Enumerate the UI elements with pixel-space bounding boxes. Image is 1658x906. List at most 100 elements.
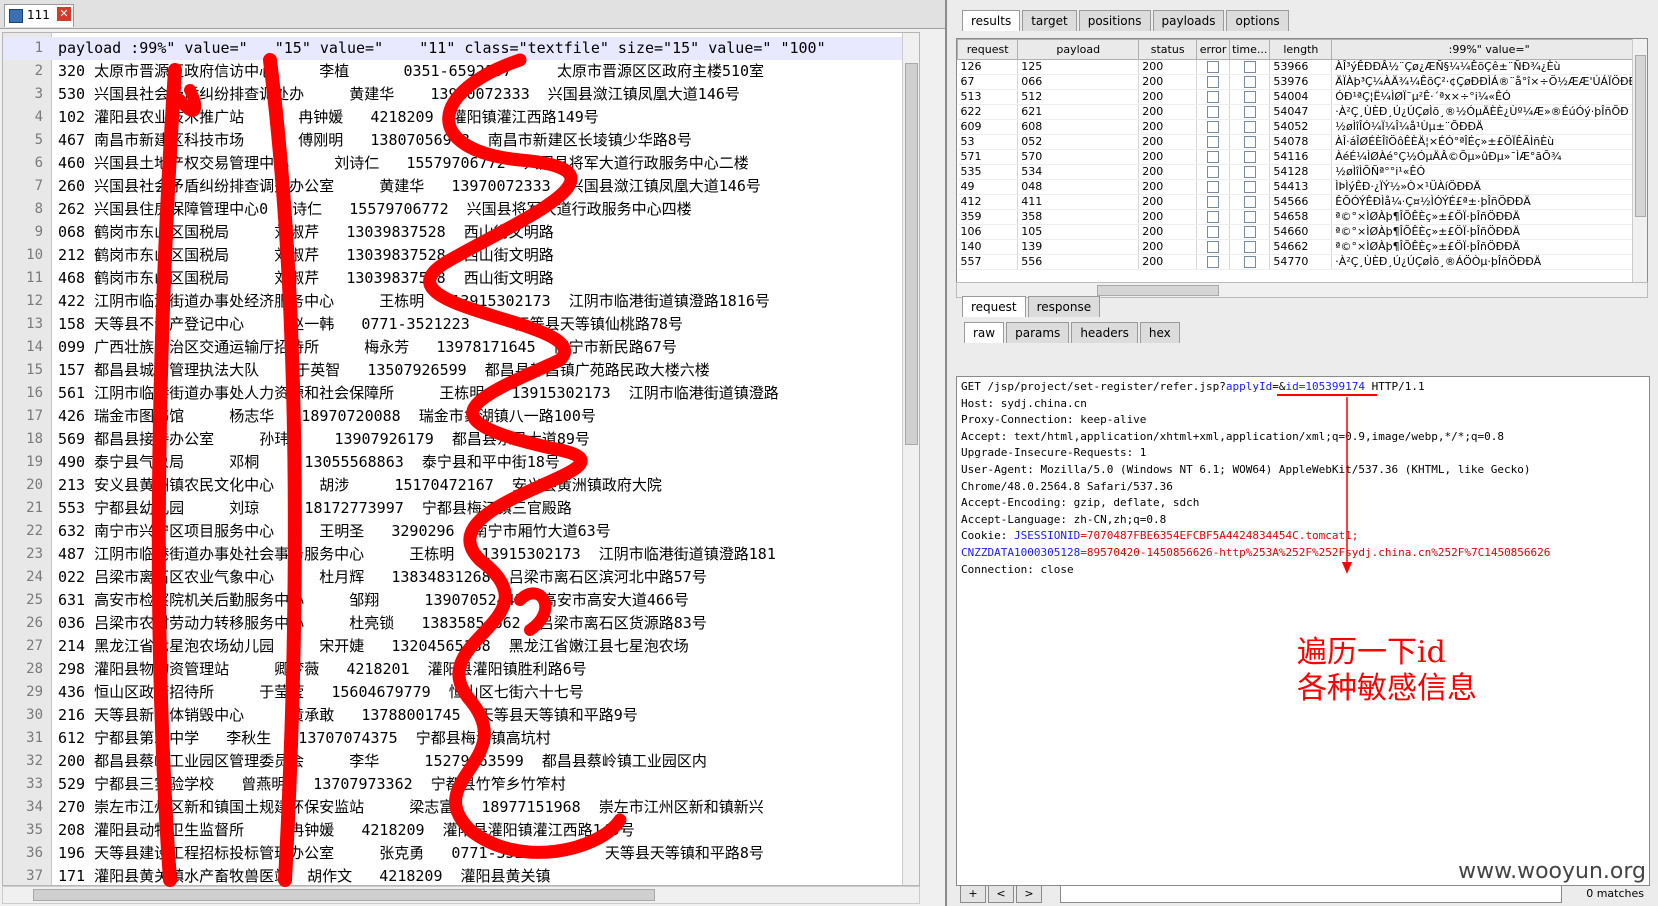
checkbox[interactable] — [1243, 211, 1256, 223]
column-header[interactable]: :99%" value=" — [1331, 39, 1647, 60]
column-header[interactable]: time... — [1229, 39, 1271, 60]
previous-button[interactable]: < — [988, 885, 1014, 903]
editor-line[interactable]: 37 171 灌阳县黄关镇水产畜牧兽医站 胡作文 4218209 灌阳县黄关镇 — [3, 865, 919, 885]
table-row[interactable]: 359 358 200 54658 ª©°×ÌØÀþ¶ÎÕÊÈç»±£ÖÏ·þÎñÖÐÐ… — [957, 209, 1647, 225]
table-row[interactable]: 140 139 200 54662 ª©°×ÌØÀþ¶ÎÕÊÈç»±£ÖÏ·þÎñÖÐÐ… — [957, 239, 1647, 255]
table-row[interactable]: 412 411 200 54566 ÊÕÓÝÊÐÌå¼·Ç¤½ÌÓÝÉ£ª±·þÎñÖÐ… — [957, 194, 1647, 210]
next-button[interactable]: > — [1016, 885, 1042, 903]
editor-line[interactable]: 31 612 宁都县第二中学 李秋生 13707074375 宁都县梅江镇高坑村 — [3, 727, 919, 750]
table-row[interactable]: 67 066 200 53976 ÄÏÀþ³Ç¼ÀÄ¾¼ÊõÇ²·¢ÇøÐÐÌÁ®¨å°… — [957, 74, 1647, 90]
checkbox[interactable] — [1243, 76, 1256, 88]
editor-line[interactable]: 19 490 泰宁县气象局 邓桐 13055568863 泰宁县和平中街18号 — [3, 451, 919, 474]
column-header[interactable]: error — [1196, 39, 1231, 60]
tab-response[interactable]: response — [1027, 296, 1101, 317]
timeout-checkbox[interactable] — [1229, 104, 1271, 120]
checkbox[interactable] — [1243, 61, 1256, 73]
scrollbar-thumb[interactable] — [1635, 55, 1646, 217]
checkbox[interactable] — [1243, 181, 1256, 193]
editor-line[interactable]: 25 631 高安市检察院机关后勤服务中心 邹翔 13907052445 高安市高… — [3, 589, 919, 612]
checkbox[interactable] — [1207, 181, 1220, 193]
checkbox[interactable] — [1207, 241, 1220, 253]
editor-line[interactable]: 24 022 吕梁市离石区农业气象中心 杜月辉 13834831268 吕梁市离石… — [3, 566, 919, 589]
editor-line[interactable]: 7 260 兴国县社会矛盾纠纷排查调处办公室 黄建华 13970072333 兴国… — [3, 175, 919, 198]
timeout-checkbox[interactable] — [1229, 74, 1271, 90]
tab-positions[interactable]: positions — [1078, 10, 1151, 31]
error-checkbox[interactable] — [1196, 239, 1231, 255]
checkbox[interactable] — [1243, 106, 1256, 118]
table-row[interactable]: 53 052 200 54078 ÀÎ·áÎØÉÈÎîÖôÊÈÄ¦×ÉÓ°ªÎÉç»±£… — [957, 134, 1647, 150]
tab-params[interactable]: params — [1006, 322, 1070, 343]
tab-headers[interactable]: headers — [1071, 322, 1138, 343]
checkbox[interactable] — [1243, 91, 1256, 103]
checkbox[interactable] — [1207, 136, 1220, 148]
table-row[interactable]: 609 608 200 54052 ½øÌîÎÓ¼Ï¼Î¼å¹Ùµ±¨ÕÐÐÄ — [957, 119, 1647, 135]
checkbox[interactable] — [1207, 91, 1220, 103]
error-checkbox[interactable] — [1196, 134, 1231, 150]
editor-line[interactable]: 12 422 江阴市临港街道办事处经济服务中心 王栋明 13915302173 江… — [3, 290, 919, 313]
results-table[interactable]: request payload status error time... len… — [956, 38, 1648, 284]
timeout-checkbox[interactable] — [1229, 59, 1271, 75]
column-header[interactable]: status — [1138, 39, 1198, 60]
scrollbar-thumb[interactable] — [33, 889, 655, 901]
add-button[interactable]: + — [960, 885, 986, 903]
table-vertical-scrollbar[interactable] — [1632, 39, 1647, 283]
error-checkbox[interactable] — [1196, 194, 1231, 210]
tab-payloads[interactable]: payloads — [1152, 10, 1225, 31]
checkbox[interactable] — [1207, 166, 1220, 178]
checkbox[interactable] — [1207, 211, 1220, 223]
timeout-checkbox[interactable] — [1229, 89, 1271, 105]
error-checkbox[interactable] — [1196, 179, 1231, 195]
editor-line[interactable]: 18 569 都昌县接待办公室 孙玮 13907926179 都昌县东风大道89号 — [3, 428, 919, 451]
editor-line[interactable]: 4 102 灌阳县农业技术推广站 冉钟媛 4218209 灌阳镇灌江西路149号 — [3, 106, 919, 129]
editor-line[interactable]: 36 196 天等县建设工程招标投标管理办公室 张克勇 0771-3521787 … — [3, 842, 919, 865]
timeout-checkbox[interactable] — [1229, 179, 1271, 195]
scrollbar-thumb[interactable] — [1097, 285, 1219, 296]
editor-line[interactable]: 27 214 黑龙江省七星泡农场幼儿园 宋开婕 13204565188 黑龙江省嫩… — [3, 635, 919, 658]
table-row[interactable]: 126 125 200 53966 ÀÎ³ýÊÐÐÂ½¨Çø¿ÆÑ§¼¼ÊõÇê±¨ÑÐ… — [957, 59, 1647, 75]
horizontal-scrollbar[interactable] — [2, 886, 920, 904]
timeout-checkbox[interactable] — [1229, 194, 1271, 210]
error-checkbox[interactable] — [1196, 254, 1231, 270]
editor-line[interactable]: 35 208 灌阳县动物卫生监督所 冉钟媛 4218209 灌阳县灌阳镇灌江西路1… — [3, 819, 919, 842]
column-header[interactable]: length — [1269, 39, 1333, 60]
table-row[interactable]: 535 534 200 54128 ½øÌîÌÕÑª°°i¹«ÊÓ — [957, 164, 1647, 180]
checkbox[interactable] — [1243, 166, 1256, 178]
tab-options[interactable]: options — [1226, 10, 1289, 31]
editor-line[interactable]: 13 158 天等县不动产登记中心 赵一韩 0771-3521223 天等县天等镇… — [3, 313, 919, 336]
error-checkbox[interactable] — [1196, 164, 1231, 180]
file-tab[interactable]: 111 ✕ — [4, 4, 74, 27]
table-row[interactable]: 571 570 200 54116 ÀéÉ¼ÌØÀé°Ç½ÓµÄÂ©Õµ»ûÐµ»¯ÌÆ… — [957, 149, 1647, 165]
timeout-checkbox[interactable] — [1229, 224, 1271, 240]
table-row[interactable]: 622 621 200 54047 ·À²Ç¸ÙÈÐ¸Ú¿ÚÇøÌõ¸®½ÓµÄÈÈ¿Ù… — [957, 104, 1647, 120]
error-checkbox[interactable] — [1196, 209, 1231, 225]
editor-line[interactable]: 33 529 宁都县三实验学校 曾燕明 13707973362 宁都县竹笮乡竹笮村 — [3, 773, 919, 796]
timeout-checkbox[interactable] — [1229, 149, 1271, 165]
error-checkbox[interactable] — [1196, 59, 1231, 75]
editor-line[interactable]: 9 068 鹤岗市东山区国税局 刘淑芹 13039837528 西山街文明路 — [3, 221, 919, 244]
editor-line[interactable]: 21 553 宁都县幼儿园 刘琼 18172773997 宁都县梅江镇三官殿路 — [3, 497, 919, 520]
checkbox[interactable] — [1243, 241, 1256, 253]
tab-target[interactable]: target — [1022, 10, 1077, 31]
close-tab-icon[interactable]: ✕ — [57, 7, 71, 21]
editor-line[interactable]: 5 467 南昌市新建区科技市场 傅刚明 13807056948 南昌市新建区长堎… — [3, 129, 919, 152]
scrollbar-thumb[interactable] — [905, 63, 918, 445]
tab-request[interactable]: request — [962, 296, 1026, 317]
table-row[interactable]: 557 556 200 54770 ·À²Ç¸ÙÈÐ¸Ú¿ÚÇøÌõ¸®ÁÖÒµ·þÎñ… — [957, 254, 1647, 270]
checkbox[interactable] — [1243, 136, 1256, 148]
checkbox[interactable] — [1207, 121, 1220, 133]
editor-line[interactable]: 22 632 南宁市兴宁区项目服务中心 王明圣 3290296 南宁市厢竹大道63… — [3, 520, 919, 543]
error-checkbox[interactable] — [1196, 89, 1231, 105]
editor-line[interactable]: 29 436 恒山区政府招待所 于莹莹 15604679779 恒山区七街六十七号 — [3, 681, 919, 704]
editor-line[interactable]: 26 036 吕梁市农村劳动力转移服务中心 杜亮锁 13835854662 吕梁市… — [3, 612, 919, 635]
tab-raw[interactable]: raw — [964, 322, 1005, 343]
error-checkbox[interactable] — [1196, 224, 1231, 240]
editor-line[interactable]: 3 530 兴国县社会矛盾纠纷排查调处办 黄建华 13970072333 兴国县潋… — [3, 83, 919, 106]
column-header[interactable]: payload — [1017, 39, 1140, 60]
timeout-checkbox[interactable] — [1229, 209, 1271, 225]
timeout-checkbox[interactable] — [1229, 134, 1271, 150]
table-row[interactable]: 49 048 200 54413 ÌÞÌýÊÐ·¿ÏÝ½»Ò×¹ÜÀíÖÐÐÄ — [957, 179, 1647, 195]
checkbox[interactable] — [1207, 196, 1220, 208]
checkbox[interactable] — [1243, 151, 1256, 163]
table-row[interactable]: 106 105 200 54660 ª©°×ÌØÀþ¶ÎÕÊÈç»±£ÖÏ·þÎñÖÐÐ… — [957, 224, 1647, 240]
editor-line[interactable]: 28 298 灌阳县物物资管理站 卿梦薇 4218201 灌阳县灌阳镇胜利路6号 — [3, 658, 919, 681]
